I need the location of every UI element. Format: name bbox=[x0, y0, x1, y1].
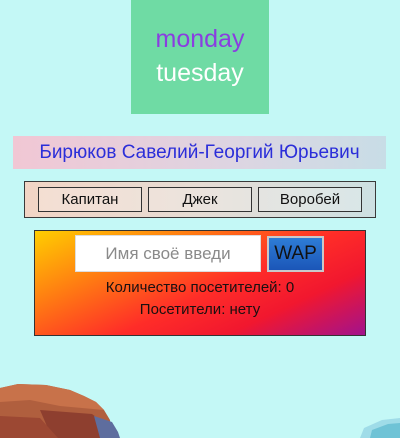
day-card: monday tuesday bbox=[131, 0, 269, 114]
name-part-button-1[interactable]: Капитан bbox=[38, 187, 142, 212]
rock-scenery-background bbox=[0, 384, 400, 438]
name-part-button-2[interactable]: Джек bbox=[148, 187, 252, 212]
visitor-name-input[interactable] bbox=[75, 235, 261, 272]
submit-visitor-button[interactable]: WAP bbox=[267, 236, 324, 272]
visitor-list-text: Посетители: нету bbox=[139, 301, 261, 318]
full-name-text: Бирюков Савелий-Георгий Юрьевич bbox=[39, 141, 360, 163]
day-primary-label: monday bbox=[155, 25, 245, 53]
visitor-count-text: Количество посетителей: 0 bbox=[105, 279, 295, 296]
full-name-banner: Бирюков Савелий-Георгий Юрьевич bbox=[13, 136, 386, 169]
day-secondary-label: tuesday bbox=[156, 59, 244, 87]
name-parts-button-row: Капитан Джек Воробей bbox=[24, 181, 376, 218]
name-part-button-3[interactable]: Воробей bbox=[258, 187, 362, 212]
visitor-panel: WAP Количество посетителей: 0 Посетители… bbox=[34, 230, 366, 336]
